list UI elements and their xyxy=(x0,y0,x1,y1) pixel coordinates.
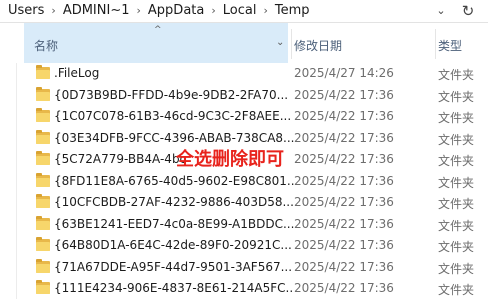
list-item[interactable]: {8FD11E8A-6765-40d5-9602-E98C801... 2025/… xyxy=(16,171,488,193)
file-type: 文件夹 xyxy=(438,283,475,297)
address-bar[interactable]: Users › ADMINI~1 › AppData › Local › Tem… xyxy=(0,0,488,23)
list-item[interactable]: {1C07C078-61B3-46cd-9C3C-2F8AEE... 2025/4… xyxy=(16,106,488,128)
folder-icon xyxy=(36,151,50,165)
file-name: {111E4234-906E-4837-8E61-214A5FC... xyxy=(54,281,294,295)
address-dropdown-chevron-down-icon[interactable]: ⌄ xyxy=(433,2,449,20)
crumb-local[interactable]: Local xyxy=(221,3,259,18)
file-name: {64B80D1A-6E4C-42de-89F0-20921C... xyxy=(54,238,292,252)
file-name: {03E34DFB-9FCC-4396-ABAB-738CA8... xyxy=(54,130,294,145)
file-date: 2025/4/22 17:36 xyxy=(294,130,394,145)
file-type: 文件夹 xyxy=(438,197,475,211)
file-type: 文件夹 xyxy=(438,240,475,254)
file-date: 2025/4/22 17:36 xyxy=(294,238,394,252)
overlay-instruction: 全选删除即可 xyxy=(176,149,284,170)
column-divider[interactable] xyxy=(435,29,436,59)
file-type: 文件夹 xyxy=(438,261,475,276)
folder-icon xyxy=(36,194,50,208)
file-type: 文件夹 xyxy=(438,154,475,168)
file-date: 2025/4/22 17:36 xyxy=(294,87,394,102)
file-type: 文件夹 xyxy=(438,68,475,82)
refresh-icon[interactable]: ↻ xyxy=(457,1,479,21)
file-date: 2025/4/22 17:36 xyxy=(294,173,394,188)
file-name: {8FD11E8A-6765-40d5-9602-E98C801... xyxy=(54,173,294,188)
file-date: 2025/4/22 17:36 xyxy=(294,281,394,295)
file-type: 文件夹 xyxy=(438,218,475,233)
folder-icon xyxy=(36,86,50,101)
list-item[interactable]: {71A67DDE-A95F-44d7-9501-3AF567... 2025/4… xyxy=(16,257,488,279)
column-name-label: 名称 xyxy=(34,39,59,53)
crumb-admini[interactable]: ADMINI~1 xyxy=(61,3,132,18)
list-item[interactable]: .FileLog 2025/4/27 14:26 文件夹 xyxy=(16,63,488,85)
folder-icon xyxy=(36,280,50,294)
navigation-pane-edge xyxy=(0,23,17,299)
file-type: 文件夹 xyxy=(438,132,475,147)
chevron-right-icon[interactable]: › xyxy=(258,4,272,17)
column-divider[interactable] xyxy=(291,29,292,59)
column-header: ^ 名称 ⌄ 修改日期 类型 xyxy=(16,23,488,63)
file-type: 文件夹 xyxy=(438,175,475,190)
chevron-right-icon[interactable]: › xyxy=(46,4,60,17)
list-item[interactable]: {0D73B9BD-FFDD-4b9e-9DB2-2FA70... 2025/4/… xyxy=(16,85,488,107)
folder-icon xyxy=(36,108,50,122)
column-date-header[interactable]: 修改日期 xyxy=(294,23,434,63)
file-list: .FileLog 2025/4/27 14:26 文件夹 {0D73B9BD-FFDD… xyxy=(16,63,488,300)
file-name: {0D73B9BD-FFDD-4b9e-9DB2-2FA70... xyxy=(54,87,289,102)
file-name: {1C07C078-61B3-46cd-9C3C-2F8AEE... xyxy=(54,109,292,123)
column-type-label: 类型 xyxy=(438,39,463,53)
folder-icon xyxy=(36,129,50,144)
file-name: {63BE1241-EED7-4c0a-8E99-A1BDDC... xyxy=(54,216,294,231)
chevron-right-icon[interactable]: › xyxy=(206,4,220,17)
file-date: 2025/4/22 17:36 xyxy=(294,195,394,209)
chevron-right-icon[interactable]: › xyxy=(132,4,146,17)
file-name: .FileLog xyxy=(54,66,100,80)
list-item[interactable]: {10CFCBDB-27AF-4232-9886-403D58... 2025/4… xyxy=(16,192,488,214)
breadcrumb: Users › ADMINI~1 › AppData › Local › Tem… xyxy=(6,3,312,18)
file-name: {71A67DDE-A95F-44d7-9501-3AF567... xyxy=(54,259,293,274)
file-date: 2025/4/22 17:36 xyxy=(294,259,394,274)
file-date: 2025/4/27 14:26 xyxy=(294,66,394,80)
list-item[interactable]: {63BE1241-EED7-4c0a-8E99-A1BDDC... 2025/4… xyxy=(16,214,488,236)
folder-icon xyxy=(36,172,50,187)
file-date: 2025/4/22 17:36 xyxy=(294,109,394,123)
file-date: 2025/4/22 17:36 xyxy=(294,216,394,231)
list-item[interactable]: {64B80D1A-6E4C-42de-89F0-20921C... 2025/4… xyxy=(16,235,488,257)
column-type-header[interactable]: 类型 xyxy=(438,23,488,63)
file-type: 文件夹 xyxy=(438,111,475,125)
folder-icon xyxy=(36,258,50,273)
sort-up-icon: ^ xyxy=(154,25,162,35)
column-name-header[interactable]: ^ 名称 ⌄ xyxy=(24,23,288,63)
file-type: 文件夹 xyxy=(438,89,475,104)
file-name: {10CFCBDB-27AF-4232-9886-403D58... xyxy=(54,195,294,209)
crumb-users[interactable]: Users xyxy=(6,3,46,18)
column-date-label: 修改日期 xyxy=(294,39,343,53)
folder-icon xyxy=(36,237,50,251)
crumb-appdata[interactable]: AppData xyxy=(146,3,206,18)
list-item[interactable]: {111E4234-906E-4837-8E61-214A5FC... 2025/… xyxy=(16,278,488,300)
folder-icon xyxy=(36,65,50,79)
file-date: 2025/4/22 17:36 xyxy=(294,152,394,166)
crumb-temp[interactable]: Temp xyxy=(273,3,312,18)
chevron-down-icon[interactable]: ⌄ xyxy=(276,37,284,48)
folder-icon xyxy=(36,215,50,230)
